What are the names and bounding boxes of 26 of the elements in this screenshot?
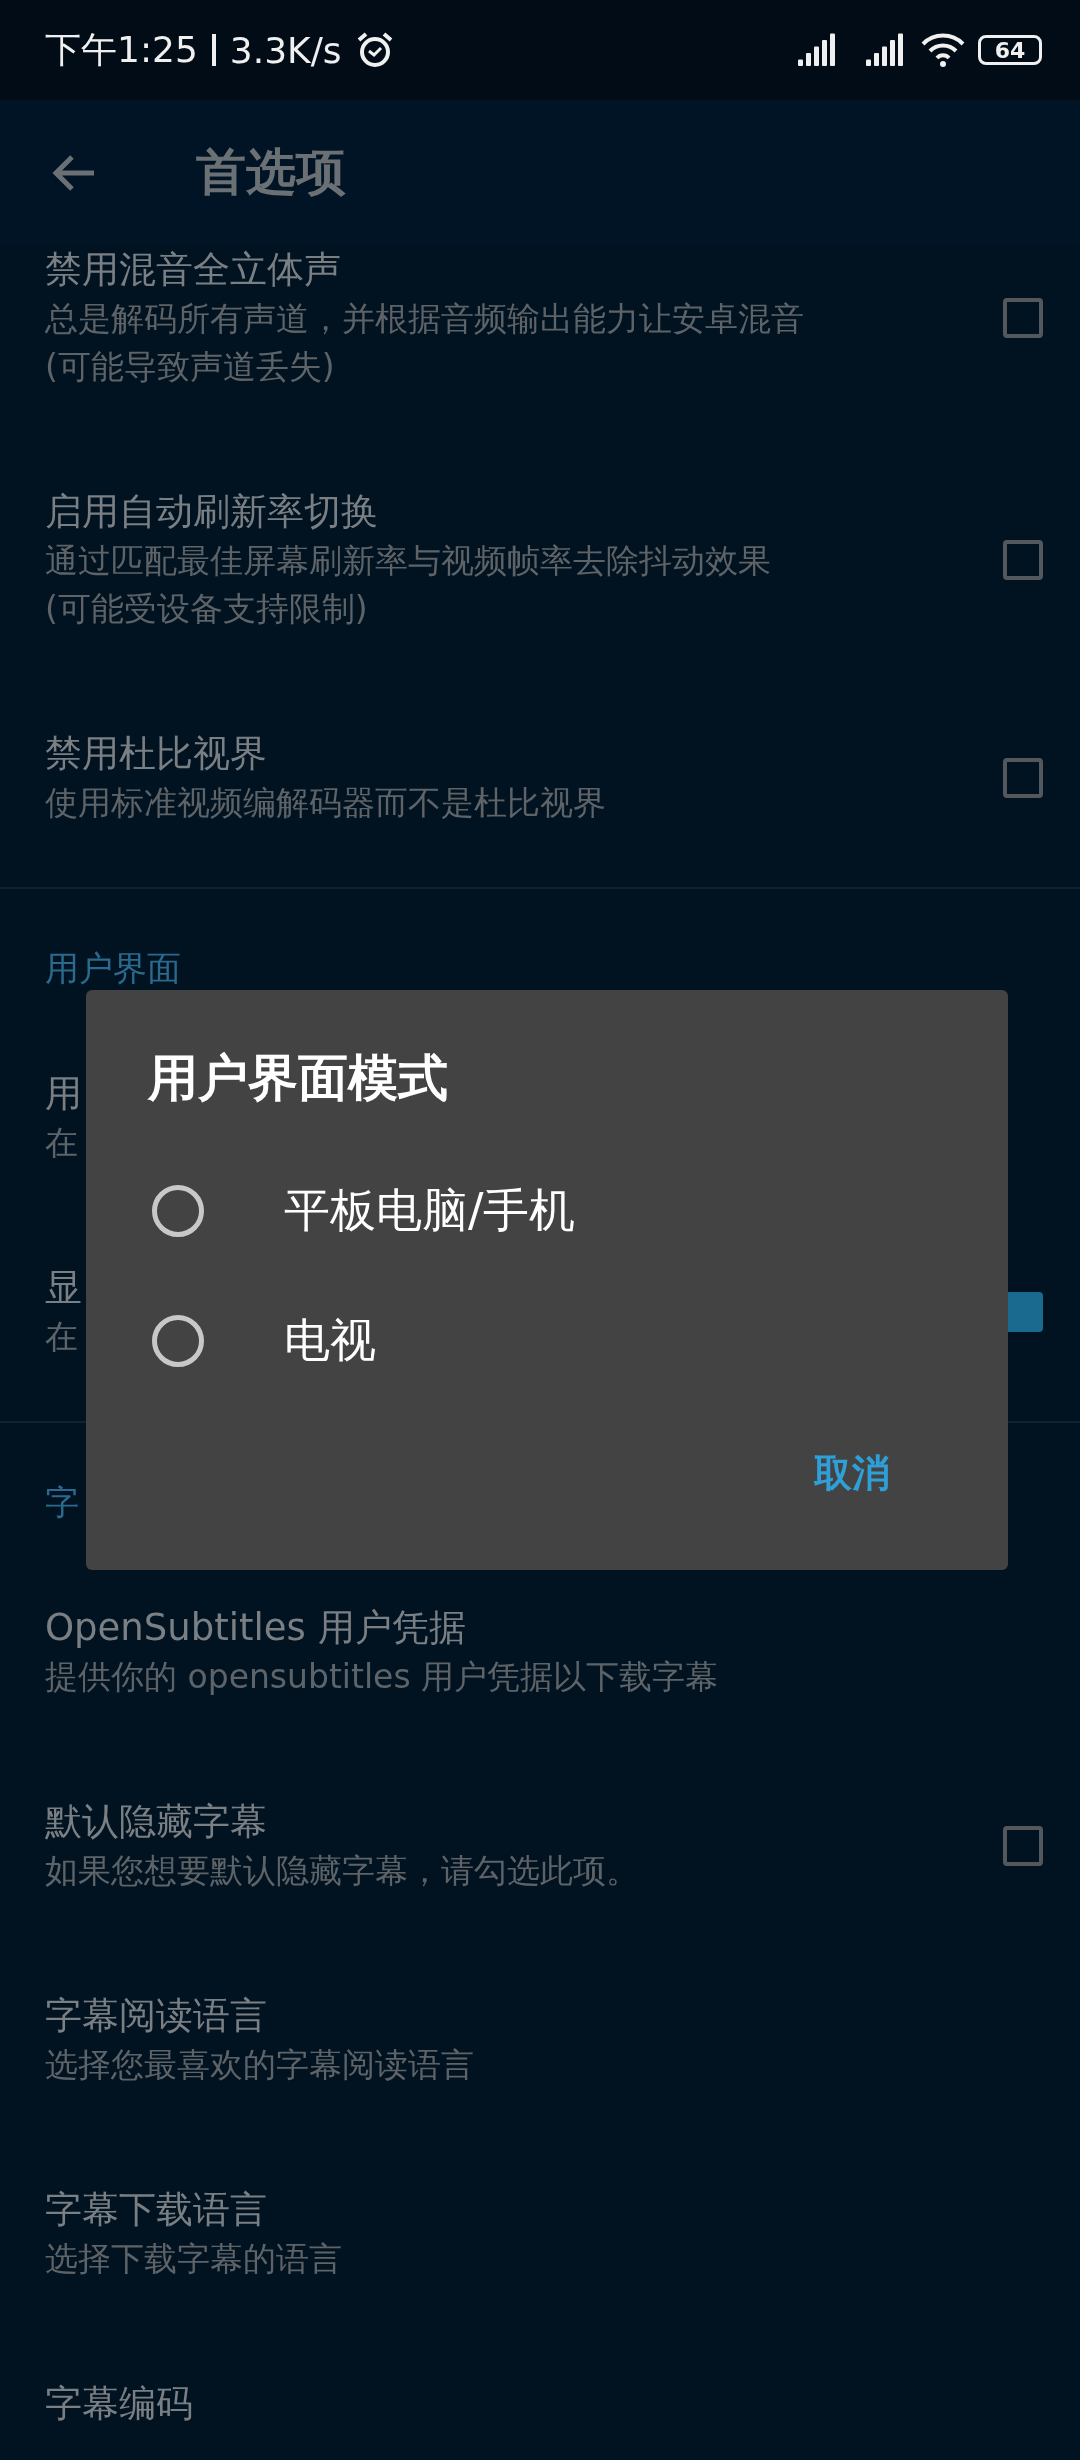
setting-title: 字幕阅读语言 xyxy=(45,1993,267,2039)
setting-description: 总是解码所有声道，并根据音频输出能力让安卓混音(可能导致声道丢失) xyxy=(45,298,805,388)
setting-title: 启用自动刷新率切换 xyxy=(45,489,378,535)
network-speed: 3.3K/s xyxy=(229,29,342,71)
section-header: 字 xyxy=(45,1481,79,1524)
setting-title: 禁用混音全立体声 xyxy=(45,247,341,293)
setting-description: 通过匹配最佳屏幕刷新率与视频帧率去除抖动效果(可能受设备支持限制) xyxy=(45,540,772,630)
setting-description: 选择下载字幕的语言 xyxy=(45,2238,342,2280)
setting-title: OpenSubtitles 用户凭据 xyxy=(45,1605,466,1651)
clock: 下午1:25 xyxy=(45,27,198,72)
setting-title: 默认隐藏字幕 xyxy=(45,1799,267,1845)
setting-title: 显 xyxy=(45,1265,82,1311)
setting-title: 字幕下载语言 xyxy=(45,2187,267,2233)
setting-description: 提供你的 opensubtitles 用户凭据以下载字幕 xyxy=(45,1656,719,1698)
dialog-title: 用户界面模式 xyxy=(148,1048,449,1108)
setting-title: 用 xyxy=(45,1071,82,1117)
setting-description: 如果您想要默认隐藏字幕，请勾选此项。 xyxy=(45,1850,639,1892)
page-title: 首选项 xyxy=(196,142,346,203)
section-header: 用户界面 xyxy=(45,947,181,990)
setting-description: 在 xyxy=(45,1122,78,1164)
setting-description: 使用标准视频编解码器而不是杜比视界 xyxy=(45,782,606,824)
battery-indicator: 64 xyxy=(978,35,1042,65)
setting-description: 在 xyxy=(45,1316,78,1358)
setting-title: 禁用杜比视界 xyxy=(45,731,267,777)
setting-description: 选择您最喜欢的字幕阅读语言 xyxy=(45,2044,474,2086)
setting-title: 字幕编码 xyxy=(45,2381,193,2427)
